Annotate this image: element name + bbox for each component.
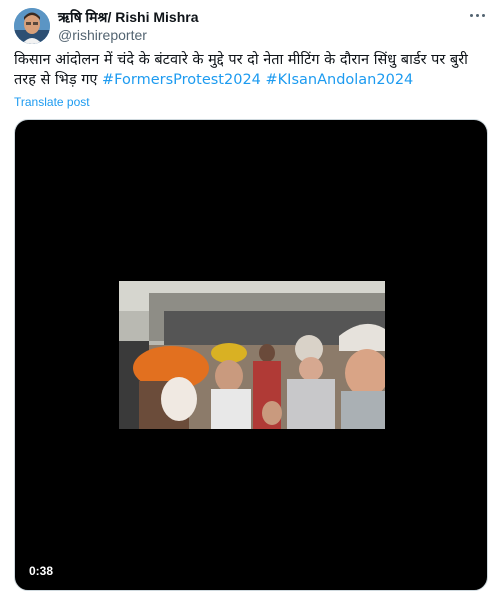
hashtag-link[interactable]: #KIsanAndolan2024 [266,72,414,88]
author-avatar[interactable] [14,8,50,44]
translate-post-link[interactable]: Translate post [14,95,90,109]
video-player[interactable]: 0:38 [14,119,488,591]
more-options-icon[interactable] [466,6,488,24]
post-text: किसान आंदोलन में चंदे के बंटवारे के मुद्… [14,50,490,90]
author-display-name[interactable]: ऋषि मिश्र/ Rishi Mishra [58,8,198,27]
video-duration-badge: 0:38 [25,562,58,580]
author-handle[interactable]: @rishireporter [58,27,147,43]
hashtag-link[interactable]: #FormersProtest2024 [102,72,261,88]
video-frame [119,281,385,429]
tweet-post: ऋषि मिश्र/ Rishi Mishra @rishireporter क… [0,0,502,592]
avatar-icon [14,8,50,44]
video-thumbnail-image [119,281,385,429]
